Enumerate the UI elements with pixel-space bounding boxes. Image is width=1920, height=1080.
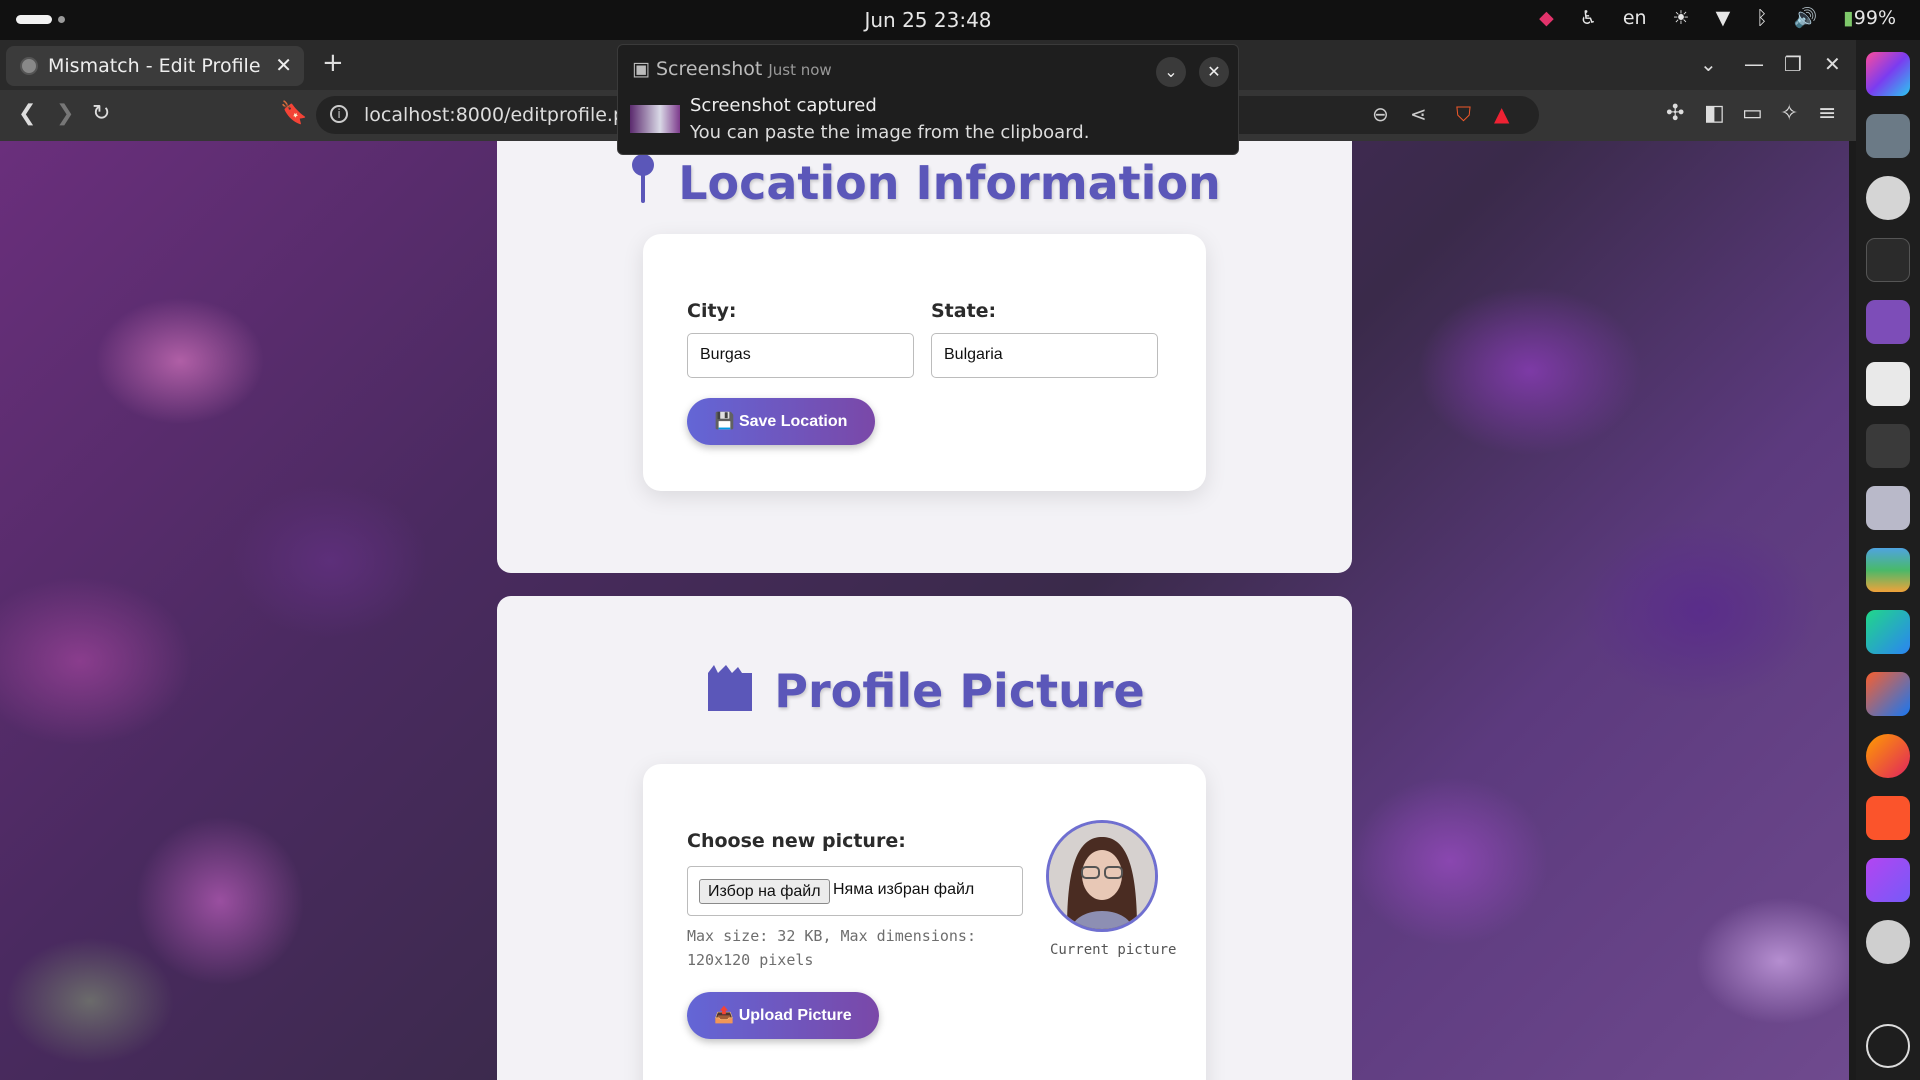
system-monitor-icon[interactable] [1866,238,1910,282]
state-input[interactable]: Bulgaria [931,333,1158,378]
picture-heading-text: Profile Picture [774,664,1145,718]
brave-rewards-icon[interactable]: ▲ [1494,102,1509,126]
gear-wheel-icon[interactable] [1866,176,1910,220]
tab-title: Mismatch - Edit Profile [48,55,261,77]
current-avatar [1046,820,1158,932]
upload-picture-button[interactable]: 📤 Upload Picture [687,992,879,1039]
screenshot-app-icon: ▣ [632,58,656,80]
files-icon[interactable] [1866,486,1910,530]
city-input[interactable]: Burgas [687,333,914,378]
city-label: City: [687,300,737,322]
new-tab-button[interactable]: + [322,48,344,78]
choose-picture-label: Choose new picture: [687,830,906,852]
wallet-icon[interactable]: ▭ [1742,101,1763,126]
location-heading-text: Location Information [678,156,1221,210]
screenshot-thumbnail [630,105,680,133]
profile-picture-section: Profile Picture Choose new picture: Избо… [497,596,1352,1080]
close-notification-icon[interactable]: ✕ [1199,57,1229,87]
apps-grid-icon[interactable] [1866,1024,1910,1068]
terminal-icon[interactable] [1866,424,1910,468]
wifi-icon[interactable]: ▼ [1716,7,1731,29]
share-icon[interactable]: ⋖ [1410,102,1427,126]
minimize-icon[interactable]: — [1744,52,1764,76]
location-heading: Location Information [497,153,1352,210]
colorpicker-icon[interactable]: ◆ [1539,7,1554,29]
picture-card: Choose new picture: Избор на файл Няма и… [643,764,1206,1080]
intellij-icon[interactable] [1866,672,1910,716]
url-text[interactable]: localhost:8000/editprofile.php [364,104,649,126]
volume-icon[interactable]: 🔊 [1794,6,1818,29]
settings-icon[interactable] [1866,920,1910,964]
battery-percent: 99% [1853,6,1896,29]
location-section: Location Information City: State: Burgas… [497,141,1352,573]
notification-body: You can paste the image from the clipboa… [690,122,1090,143]
firefox-icon[interactable] [1866,734,1910,778]
pycharm-colorful-icon[interactable] [1866,52,1910,96]
purple-app-icon[interactable] [1866,300,1910,344]
extensions-icon[interactable]: ✣ [1666,101,1684,126]
leo-ai-icon[interactable]: ✧ [1780,101,1798,126]
battery-indicator[interactable]: ▮99% [1843,7,1896,29]
pin-icon [628,153,658,205]
notification-title: Screenshot captured [690,95,877,116]
close-window-icon[interactable]: ✕ [1824,52,1841,76]
layers-icon[interactable] [1866,548,1910,592]
camera-icon [704,665,756,713]
bluetooth-icon[interactable]: ᛒ [1756,7,1767,29]
tab-search-chevron-icon[interactable]: ⌄ [1700,52,1717,76]
picture-heading: Profile Picture [497,664,1352,718]
avatar-portrait-image [1049,823,1155,929]
forward-icon[interactable]: ❯ [56,101,74,126]
choose-file-button[interactable]: Избор на файл [699,879,830,904]
notification-app-name: Screenshot [656,58,763,80]
reload-icon[interactable]: ↻ [92,101,110,126]
upload-hint: Max size: 32 KB, Max dimensions: 120x120… [687,927,976,969]
notification-time: Just now [768,61,832,79]
file-input[interactable]: Избор на файл Няма избран файл [687,866,1023,916]
document-viewer-icon[interactable] [1866,362,1910,406]
browser-tab[interactable]: Mismatch - Edit Profile ✕ [6,46,304,86]
restore-icon[interactable]: ❐ [1784,52,1802,76]
system-tray[interactable]: ◆ ♿ en ☀ ▼ ᛒ 🔊 ▮99% [1539,6,1896,30]
system-top-bar: Jun 25 23:48 ◆ ♿ en ☀ ▼ ᛒ 🔊 ▮99% [0,0,1920,40]
language-indicator[interactable]: en [1623,7,1647,29]
close-tab-icon[interactable]: ✕ [275,53,292,77]
back-icon[interactable]: ❮ [18,101,36,126]
file-status-text: Няма избран файл [833,881,975,898]
brave-icon[interactable] [1866,796,1910,840]
screenshot-notification[interactable]: ▣ Screenshot Just now ⌄ ✕ Screenshot capt… [617,44,1239,155]
bookmark-icon[interactable]: 🔖 [280,101,307,126]
expand-notification-icon[interactable]: ⌄ [1156,57,1186,87]
accessibility-icon[interactable]: ♿ [1580,7,1597,29]
location-card: City: State: Burgas Bulgaria 💾 Save Loca… [643,234,1206,491]
current-picture-caption: Current picture [1050,942,1177,958]
chess-knight-avatar-icon[interactable] [1866,114,1910,158]
zoom-icon[interactable]: ⊖ [1372,102,1389,126]
page-viewport[interactable]: Location Information City: State: Burgas… [0,141,1849,1080]
brave-shields-icon[interactable]: ⛉ [1456,102,1471,126]
save-location-button[interactable]: 💾 Save Location [687,398,875,445]
pycharm-icon[interactable] [1866,610,1910,654]
brightness-icon[interactable]: ☀ [1673,7,1690,29]
globe-icon [20,57,38,75]
battery-icon: ▮ [1843,6,1854,29]
sidebar-icon[interactable]: ◧ [1704,101,1725,126]
phpstorm-icon[interactable] [1866,858,1910,902]
menu-icon[interactable]: ≡ [1818,101,1836,126]
site-info-icon[interactable]: i [330,105,348,123]
notification-header: ▣ Screenshot Just now [632,58,832,80]
application-dock [1856,40,1920,1080]
state-label: State: [931,300,997,322]
